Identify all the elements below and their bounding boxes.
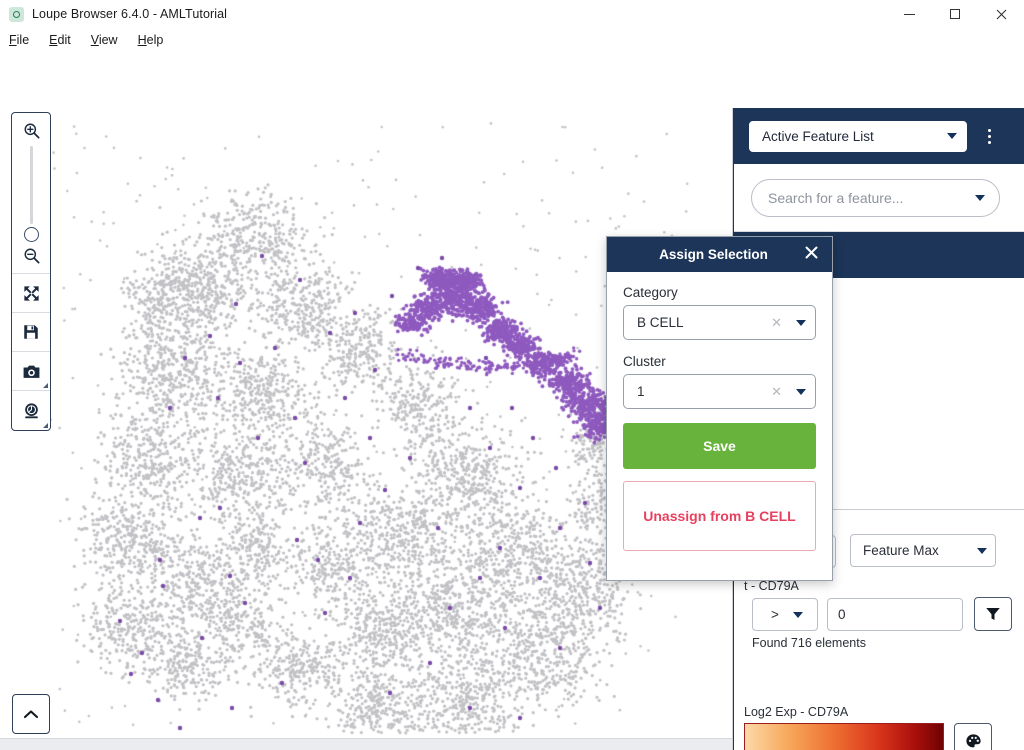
category-select[interactable]: B CELL ✕ bbox=[623, 305, 816, 340]
minimize-button[interactable] bbox=[886, 0, 932, 28]
dialog-header: Assign Selection bbox=[607, 237, 832, 272]
close-icon bbox=[805, 246, 817, 259]
cluster-select[interactable]: 1 ✕ bbox=[623, 374, 816, 409]
active-feature-list-select[interactable]: Active Feature List bbox=[749, 120, 967, 152]
zoom-controls bbox=[12, 113, 50, 274]
feature-list-menu-button[interactable] bbox=[977, 128, 1001, 144]
menu-edit[interactable]: Edit bbox=[39, 31, 81, 49]
assign-selection-dialog: Assign Selection Category B CELL ✕ Clust… bbox=[606, 236, 833, 581]
chevron-down-icon bbox=[792, 611, 803, 618]
window-title: Loupe Browser 6.4.0 - AMLTutorial bbox=[32, 7, 228, 21]
magnifier-minus-icon[interactable] bbox=[22, 246, 41, 265]
close-button[interactable] bbox=[978, 0, 1024, 28]
filter-threshold-input[interactable]: 0 bbox=[827, 598, 963, 631]
cluster-label: Cluster bbox=[623, 354, 666, 369]
menu-view-rest: iew bbox=[98, 32, 118, 47]
floppy-disk-icon bbox=[24, 325, 38, 339]
normalize-scale-select[interactable]: Feature Max bbox=[850, 534, 996, 567]
expand-arrows-icon bbox=[23, 285, 39, 301]
maximize-button[interactable] bbox=[932, 0, 978, 28]
expression-legend: Log2 Exp - CD79A 0.0 6.0 bbox=[744, 705, 1016, 750]
chevron-down-icon bbox=[796, 319, 806, 326]
chevron-down-icon bbox=[977, 547, 987, 554]
clear-x-icon[interactable]: ✕ bbox=[771, 315, 782, 331]
expand-panel-button[interactable] bbox=[12, 694, 50, 734]
feature-search-input[interactable]: Search for a feature... bbox=[751, 178, 1000, 217]
screenshot-button[interactable] bbox=[12, 352, 50, 391]
zoom-slider-track[interactable] bbox=[29, 146, 33, 224]
legend-title: Log2 Exp - CD79A bbox=[744, 705, 849, 719]
chevron-down-icon bbox=[947, 133, 957, 139]
chevron-up-icon bbox=[23, 709, 39, 718]
active-feature-list-value: Active Feature List bbox=[762, 128, 874, 144]
clear-x-icon[interactable]: ✕ bbox=[771, 384, 782, 400]
filter-operator-select[interactable]: > bbox=[752, 598, 818, 631]
menu-view[interactable]: View bbox=[81, 31, 128, 49]
menu-edit-rest: dit bbox=[57, 32, 71, 47]
magnifier-plus-icon[interactable] bbox=[22, 121, 41, 140]
filter-operator-value: > bbox=[771, 607, 779, 622]
zoom-slider-knob[interactable] bbox=[23, 227, 39, 242]
legend-colorbar bbox=[744, 723, 944, 750]
camera-icon bbox=[23, 365, 39, 378]
feature-list-header: Active Feature List bbox=[733, 108, 1024, 164]
save-button[interactable] bbox=[12, 313, 50, 352]
dialog-title: Assign Selection bbox=[659, 247, 768, 262]
palette-icon bbox=[965, 733, 981, 747]
filter-threshold-value: 0 bbox=[838, 607, 846, 622]
chevron-down-icon[interactable] bbox=[975, 194, 985, 201]
dialog-close-button[interactable] bbox=[800, 246, 822, 263]
menu-file[interactable]: File bbox=[0, 31, 39, 49]
apply-filter-button[interactable] bbox=[974, 597, 1012, 631]
cluster-value: 1 bbox=[637, 384, 645, 399]
menu-help-rest: elp bbox=[146, 32, 164, 47]
menu-file-rest: ile bbox=[16, 32, 30, 47]
feature-search-placeholder: Search for a feature... bbox=[768, 189, 904, 206]
feature-search-container: Search for a feature... bbox=[734, 164, 1024, 232]
category-value: B CELL bbox=[637, 315, 684, 330]
unassign-button[interactable]: Unassign from B CELL bbox=[623, 481, 816, 551]
stamp-button[interactable] bbox=[12, 391, 50, 430]
main-toolbar: Split on Category... bbox=[0, 52, 1024, 153]
filter-result-text: Found 716 elements bbox=[752, 636, 866, 650]
filter-label: t - CD79A bbox=[744, 579, 799, 593]
plot-footer-bar bbox=[0, 738, 732, 750]
fit-to-screen-button[interactable] bbox=[12, 274, 50, 313]
loupe-logo-icon bbox=[9, 6, 24, 22]
menu-help[interactable]: Help bbox=[128, 31, 174, 49]
category-label: Category bbox=[623, 285, 678, 300]
funnel-icon bbox=[986, 608, 1000, 620]
window-titlebar: Loupe Browser 6.4.0 - AMLTutorial bbox=[0, 0, 1024, 28]
palette-button[interactable] bbox=[954, 723, 992, 750]
menubar: File Edit View Help bbox=[0, 28, 1024, 51]
normalize-scale-value: Feature Max bbox=[863, 543, 939, 558]
stamp-icon bbox=[24, 403, 38, 419]
stamp-options-corner-icon[interactable] bbox=[43, 423, 48, 428]
save-button[interactable]: Save bbox=[623, 423, 816, 469]
chevron-down-icon bbox=[796, 388, 806, 395]
screenshot-options-corner-icon[interactable] bbox=[43, 383, 48, 388]
plot-tools-sidebar bbox=[11, 112, 51, 431]
